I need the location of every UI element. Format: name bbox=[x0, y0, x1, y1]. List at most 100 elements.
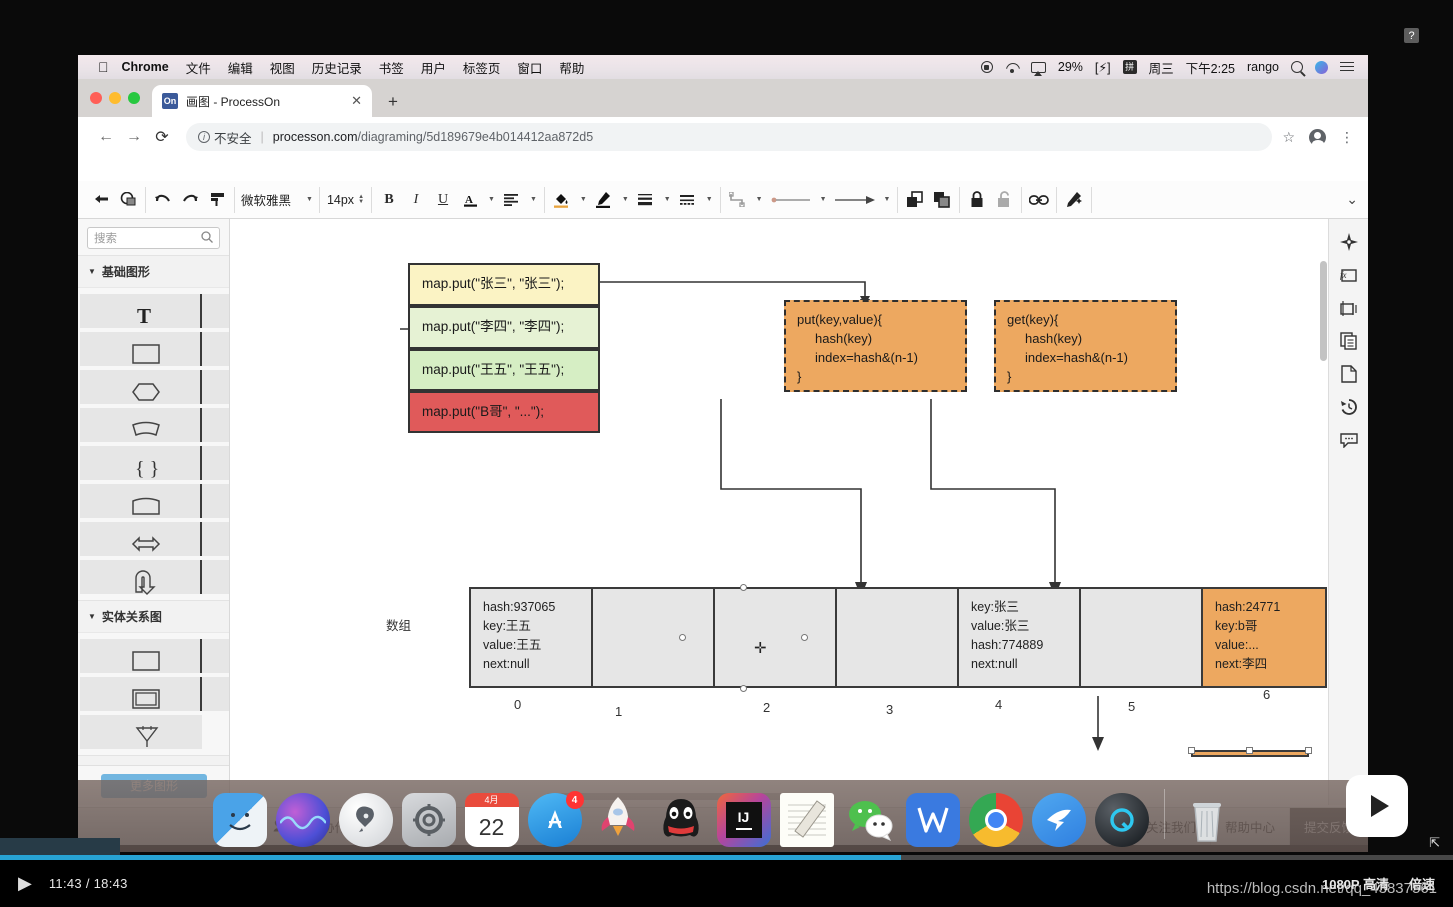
array-cell-6[interactable]: hash:24771 key:b哥 value:... next:李四 bbox=[1203, 589, 1325, 686]
fill-color-icon[interactable] bbox=[552, 188, 572, 212]
shape-octagon[interactable] bbox=[202, 370, 229, 404]
er-entity[interactable] bbox=[80, 639, 202, 673]
dock-item-wps[interactable] bbox=[905, 793, 960, 847]
selection-handle-right[interactable] bbox=[801, 634, 808, 641]
array-cell-1[interactable] bbox=[593, 589, 715, 686]
linked-node-handle-right[interactable] bbox=[1305, 747, 1312, 754]
line-start-chevron-icon[interactable]: ▼ bbox=[820, 196, 827, 203]
line-end-chevron-icon[interactable]: ▼ bbox=[884, 196, 891, 203]
array-cell-5[interactable] bbox=[1081, 589, 1203, 686]
dock-item-rocket[interactable] bbox=[591, 793, 645, 847]
copy-icon[interactable] bbox=[1338, 330, 1360, 352]
airplay-icon[interactable] bbox=[1030, 61, 1046, 76]
line-weight-icon[interactable] bbox=[636, 188, 656, 212]
comment-icon[interactable] bbox=[1338, 429, 1360, 451]
shape-u-turn-arrow[interactable] bbox=[80, 560, 202, 595]
spotlight-search-icon[interactable] bbox=[1291, 61, 1303, 73]
connector-chevron-icon[interactable]: ▼ bbox=[756, 196, 763, 203]
array-cell-0[interactable]: hash:937065 key:王五 value:王五 next:null bbox=[471, 589, 593, 686]
connector-style-icon[interactable] bbox=[728, 188, 748, 212]
input-method-icon[interactable]: 拼 bbox=[1122, 60, 1137, 74]
underline-button[interactable]: U bbox=[433, 188, 453, 212]
lock-icon[interactable] bbox=[967, 188, 987, 212]
redo-icon[interactable] bbox=[180, 188, 200, 212]
shape-brace-square[interactable]: [ ] bbox=[202, 446, 229, 480]
dock-item-chrome[interactable] bbox=[968, 793, 1023, 847]
dock-item-siri[interactable] bbox=[275, 793, 330, 847]
linked-node-handle-left[interactable] bbox=[1188, 747, 1195, 754]
close-tab-icon[interactable]: ✕ bbox=[351, 93, 362, 109]
frame-icon[interactable] bbox=[1338, 297, 1360, 319]
array-cell-4[interactable]: key:张三 value:张三 hash:774889 next:null bbox=[959, 589, 1081, 686]
send-to-back-icon[interactable] bbox=[932, 188, 952, 212]
shape-half-round-rect[interactable] bbox=[202, 484, 229, 518]
text-color-button[interactable]: A bbox=[460, 188, 480, 212]
menubar-username[interactable]: rango bbox=[1247, 60, 1279, 74]
siri-icon[interactable] bbox=[1315, 60, 1328, 74]
category-entity-relationship[interactable]: ▼ 实体关系图 bbox=[78, 600, 229, 633]
undo-icon[interactable] bbox=[153, 188, 173, 212]
map-put-box-3[interactable]: map.put("B哥", "..."); bbox=[408, 391, 600, 433]
shape-triangle[interactable] bbox=[202, 332, 229, 366]
toolbar-expand-icon[interactable]: ⌄ bbox=[1346, 191, 1358, 208]
dock-item-trash[interactable] bbox=[1180, 793, 1234, 847]
line-dash-chevron-icon[interactable]: ▼ bbox=[706, 196, 713, 203]
line-color-icon[interactable] bbox=[594, 188, 614, 212]
paint-format-icon[interactable] bbox=[118, 188, 138, 212]
align-chevron-icon[interactable]: ▼ bbox=[530, 196, 537, 203]
profile-avatar[interactable] bbox=[1309, 128, 1326, 148]
menu-item-tab[interactable]: 标签页 bbox=[463, 58, 501, 77]
menu-item-chrome[interactable]: Chrome bbox=[122, 60, 169, 74]
font-family-selector[interactable]: 微软雅黑 ▼ bbox=[235, 186, 320, 213]
er-specialization[interactable] bbox=[80, 715, 202, 749]
reload-button[interactable]: ⟳ bbox=[148, 127, 176, 147]
undo-arrow-icon[interactable] bbox=[91, 188, 111, 212]
dock-item-notes[interactable] bbox=[779, 793, 834, 847]
dock-item-intellij-idea[interactable]: IJ bbox=[716, 793, 771, 847]
line-weight-chevron-icon[interactable]: ▼ bbox=[664, 196, 671, 203]
bold-button[interactable]: B bbox=[379, 188, 399, 212]
bilibili-logo-overlay[interactable] bbox=[1346, 775, 1408, 837]
browser-tab[interactable]: On 画图 - ProcessOn ✕ bbox=[152, 85, 372, 117]
new-tab-button[interactable]: + bbox=[388, 92, 398, 112]
wifi-icon[interactable] bbox=[1005, 62, 1019, 73]
er-weak-entity-ellipse[interactable] bbox=[202, 639, 229, 673]
put-method-box[interactable]: put(key,value){ hash(key) index=hash&(n-… bbox=[784, 300, 967, 392]
menu-item-edit[interactable]: 编辑 bbox=[228, 58, 253, 77]
shape-curved-top-rect[interactable] bbox=[80, 484, 202, 518]
forward-button[interactable]: → bbox=[120, 128, 148, 146]
selection-handle-top[interactable] bbox=[740, 584, 747, 591]
shape-hexagon[interactable] bbox=[80, 370, 202, 404]
menu-item-bookmarks[interactable]: 书签 bbox=[379, 58, 404, 77]
dock-item-system-preferences[interactable] bbox=[401, 793, 456, 847]
canvas-vertical-scrollbar[interactable] bbox=[1320, 261, 1327, 361]
back-button[interactable]: ← bbox=[92, 128, 120, 146]
shape-search-box[interactable]: 搜索 bbox=[87, 227, 220, 249]
menu-item-view[interactable]: 视图 bbox=[270, 58, 295, 77]
bookmark-star-icon[interactable]: ☆ bbox=[1282, 129, 1295, 146]
minimize-window-button[interactable] bbox=[109, 92, 121, 104]
screen-record-icon[interactable] bbox=[980, 61, 993, 73]
map-put-box-2[interactable]: map.put("王五", "王五"); bbox=[408, 349, 600, 391]
shape-arrow-double-horizontal[interactable] bbox=[80, 522, 202, 556]
dock-item-quicktime[interactable] bbox=[1094, 793, 1149, 847]
shape-u-turn-arrow2[interactable] bbox=[202, 560, 229, 594]
page-icon[interactable] bbox=[1338, 363, 1360, 385]
search-icon[interactable] bbox=[201, 230, 213, 246]
notification-center-icon[interactable] bbox=[1340, 61, 1354, 73]
chrome-menu-icon[interactable]: ⋮ bbox=[1340, 129, 1354, 146]
get-method-box[interactable]: get(key){ hash(key) index=hash&(n-1) } bbox=[994, 300, 1177, 392]
dock-item-qq[interactable] bbox=[654, 793, 708, 847]
menu-item-help[interactable]: 帮助 bbox=[559, 58, 584, 77]
shape-text[interactable]: T bbox=[80, 294, 202, 328]
map-put-box-1[interactable]: map.put("李四", "李四"); bbox=[408, 306, 600, 349]
map-put-box-0[interactable]: map.put("张三", "张三"); bbox=[408, 263, 600, 306]
link-icon[interactable] bbox=[1029, 188, 1050, 212]
site-info-button[interactable]: i 不安全 bbox=[198, 128, 252, 147]
dock-item-app-store[interactable]: 4 bbox=[527, 791, 584, 847]
format-painter-icon[interactable] bbox=[207, 188, 227, 212]
menubar-time[interactable]: 下午2:25 bbox=[1186, 58, 1235, 77]
text-color-chevron-icon[interactable]: ▼ bbox=[488, 196, 495, 203]
maximize-window-button[interactable] bbox=[128, 92, 140, 104]
close-window-button[interactable] bbox=[90, 92, 102, 104]
